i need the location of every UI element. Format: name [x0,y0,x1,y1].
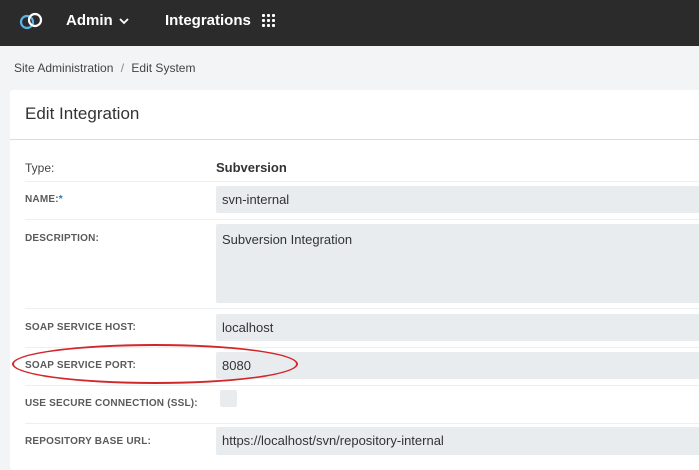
admin-menu-label: Admin [66,12,113,29]
breadcrumb-current: Edit System [131,61,196,75]
row-divider [25,347,699,348]
name-label: NAME:* [25,194,63,205]
required-marker: * [58,194,63,205]
soap-host-field[interactable]: localhost [216,314,699,341]
repo-url-label: REPOSITORY BASE URL: [25,436,152,447]
description-label: DESCRIPTION: [25,233,100,244]
ssl-checkbox[interactable] [220,390,237,407]
soap-host-label: SOAP SERVICE HOST: [25,322,137,333]
top-navigation-bar: Admin Integrations [0,0,699,46]
row-divider [25,385,699,386]
soap-host-field-value: localhost [222,320,274,335]
integrations-menu[interactable]: Integrations [165,12,275,29]
type-value: Subversion [216,160,287,175]
name-label-text: NAME: [25,194,59,205]
repo-url-field-value: https://localhost/svn/repository-interna… [222,433,444,448]
description-textarea[interactable]: Subversion Integration [216,224,699,303]
description-field-value: Subversion Integration [222,232,353,247]
title-divider [10,139,699,140]
edit-integration-card: Edit Integration Type: Subversion NAME:*… [10,90,699,470]
breadcrumb: Site Administration / Edit System [14,61,195,75]
row-divider [25,181,699,182]
name-field-value: svn-internal [222,192,290,207]
row-divider [25,308,699,309]
soap-port-field-value: 8080 [222,358,251,373]
admin-menu[interactable]: Admin [66,12,129,29]
chevron-down-icon [119,17,129,24]
repo-url-field[interactable]: https://localhost/svn/repository-interna… [216,427,699,455]
soap-port-field[interactable]: 8080 [216,352,699,379]
row-divider [25,423,699,424]
link-rings-icon[interactable] [18,10,44,32]
name-field[interactable]: svn-internal [216,186,699,213]
breadcrumb-site-administration[interactable]: Site Administration [14,61,113,75]
app-grid-icon [261,14,275,27]
soap-port-label: SOAP SERVICE PORT: [25,360,137,371]
ssl-label: USE SECURE CONNECTION (SSL): [25,398,198,409]
page-title: Edit Integration [25,104,140,123]
breadcrumb-separator: / [120,61,125,75]
type-label: Type: [25,161,55,175]
integrations-menu-label: Integrations [165,12,251,29]
row-divider [25,219,699,220]
